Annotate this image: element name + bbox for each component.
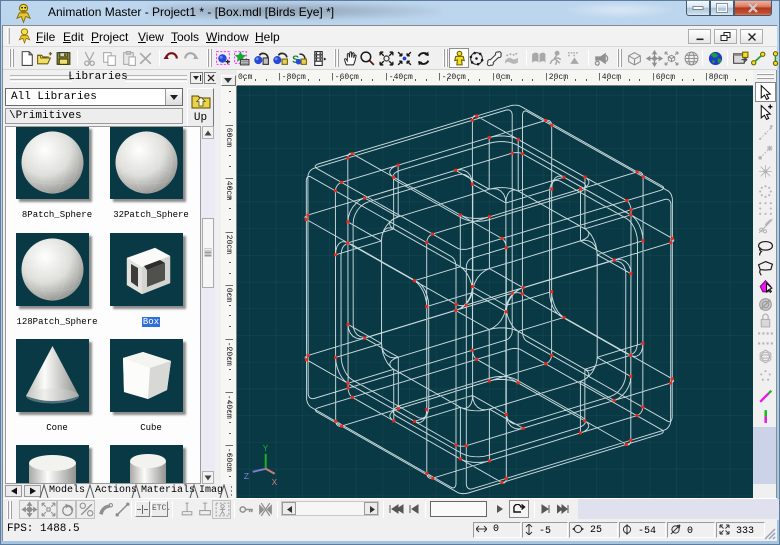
svg-text:X: X — [272, 478, 278, 488]
svg-text:Z: Z — [244, 472, 250, 482]
svg-text:Y: Y — [263, 444, 269, 454]
